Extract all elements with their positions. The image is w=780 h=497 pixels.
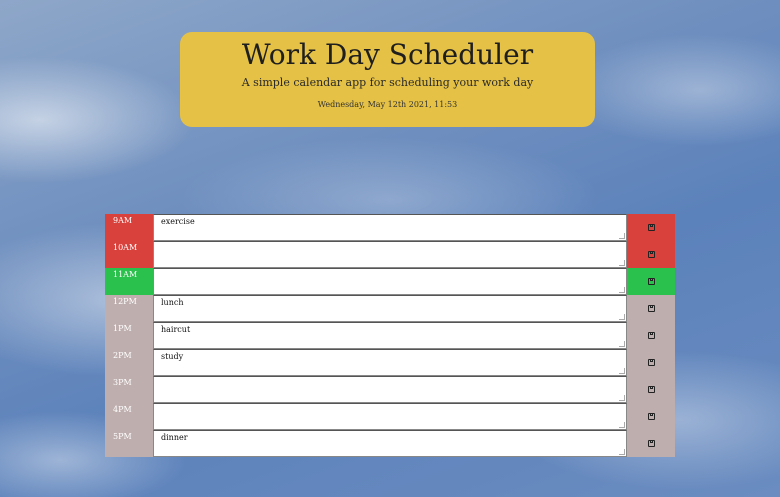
event-text: lunch <box>161 298 184 307</box>
timeblock-row: 4PM <box>105 403 675 430</box>
timeblock-container: 9AM exercise 10AM 11AM 12PM lunch 1PM ha… <box>105 214 675 457</box>
resize-handle-icon[interactable] <box>619 395 625 401</box>
save-button[interactable] <box>627 403 675 430</box>
hour-label: 10AM <box>105 241 153 268</box>
event-textarea[interactable] <box>153 403 627 430</box>
timeblock-row: 1PM haircut <box>105 322 675 349</box>
save-button[interactable] <box>627 241 675 268</box>
event-textarea[interactable] <box>153 376 627 403</box>
floppy-disk-icon <box>647 413 655 420</box>
timeblock-row: 5PM dinner <box>105 430 675 457</box>
event-text: study <box>161 352 184 361</box>
floppy-disk-icon <box>647 359 655 366</box>
resize-handle-icon[interactable] <box>619 449 625 455</box>
event-textarea[interactable] <box>153 268 627 295</box>
floppy-disk-icon <box>647 305 655 312</box>
hour-label: 5PM <box>105 430 153 457</box>
resize-handle-icon[interactable] <box>619 341 625 347</box>
hour-label: 3PM <box>105 376 153 403</box>
resize-handle-icon[interactable] <box>619 368 625 374</box>
hour-label: 2PM <box>105 349 153 376</box>
event-textarea[interactable]: exercise <box>153 214 627 241</box>
event-textarea[interactable]: dinner <box>153 430 627 457</box>
save-button[interactable] <box>627 268 675 295</box>
save-button[interactable] <box>627 349 675 376</box>
page-title: Work Day Scheduler <box>241 38 534 71</box>
save-button[interactable] <box>627 322 675 349</box>
resize-handle-icon[interactable] <box>619 287 625 293</box>
timeblock-row: 3PM <box>105 376 675 403</box>
page-subtitle: A simple calendar app for scheduling you… <box>241 76 534 89</box>
header-jumbotron: Work Day Scheduler A simple calendar app… <box>180 32 595 127</box>
save-button[interactable] <box>627 430 675 457</box>
timeblock-row: 10AM <box>105 241 675 268</box>
timeblock-row: 11AM <box>105 268 675 295</box>
floppy-disk-icon <box>647 386 655 393</box>
floppy-disk-icon <box>647 278 655 285</box>
hour-label: 12PM <box>105 295 153 322</box>
resize-handle-icon[interactable] <box>619 260 625 266</box>
hour-label: 11AM <box>105 268 153 295</box>
event-textarea[interactable]: haircut <box>153 322 627 349</box>
resize-handle-icon[interactable] <box>619 233 625 239</box>
timeblock-row: 9AM exercise <box>105 214 675 241</box>
event-text: haircut <box>161 325 191 334</box>
floppy-disk-icon <box>647 251 655 258</box>
hour-label: 4PM <box>105 403 153 430</box>
current-date: Wednesday, May 12th 2021, 11:53 <box>317 100 458 109</box>
hour-label: 9AM <box>105 214 153 241</box>
timeblock-row: 2PM study <box>105 349 675 376</box>
event-textarea[interactable]: lunch <box>153 295 627 322</box>
event-textarea[interactable] <box>153 241 627 268</box>
save-button[interactable] <box>627 214 675 241</box>
floppy-disk-icon <box>647 440 655 447</box>
event-textarea[interactable]: study <box>153 349 627 376</box>
event-text: exercise <box>161 217 195 226</box>
floppy-disk-icon <box>647 332 655 339</box>
hour-label: 1PM <box>105 322 153 349</box>
save-button[interactable] <box>627 295 675 322</box>
save-button[interactable] <box>627 376 675 403</box>
resize-handle-icon[interactable] <box>619 314 625 320</box>
floppy-disk-icon <box>647 224 655 231</box>
timeblock-row: 12PM lunch <box>105 295 675 322</box>
resize-handle-icon[interactable] <box>619 422 625 428</box>
event-text: dinner <box>161 433 188 442</box>
